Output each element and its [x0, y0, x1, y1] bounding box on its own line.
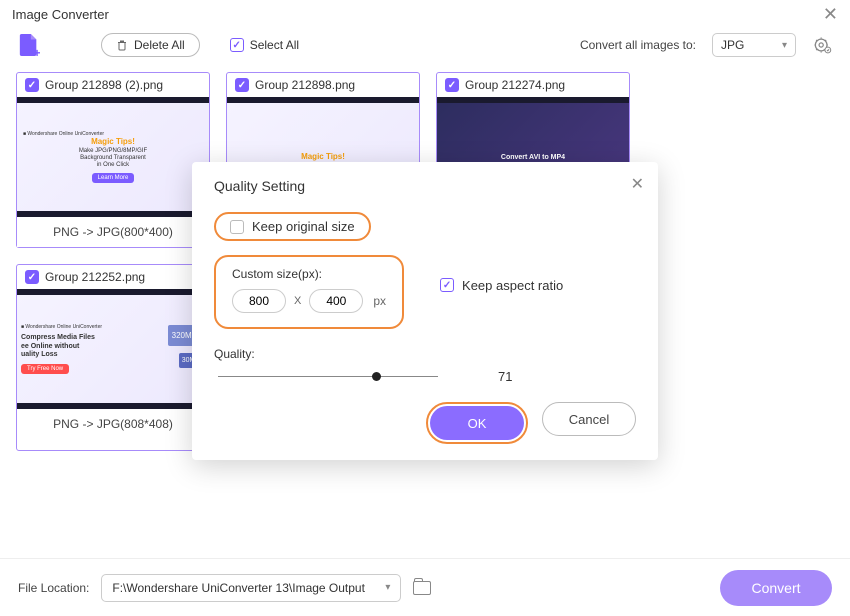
delete-all-label: Delete All: [134, 38, 185, 52]
keep-original-size-option[interactable]: Keep original size: [214, 212, 371, 241]
chevron-down-icon: ▾: [782, 40, 787, 51]
card-filename: Group 212252.png: [45, 270, 145, 284]
cancel-button[interactable]: Cancel: [542, 402, 636, 436]
dimension-separator: X: [294, 295, 301, 307]
quality-slider-row: 71: [214, 369, 636, 384]
delete-all-button[interactable]: Delete All: [101, 33, 200, 57]
quality-slider[interactable]: [218, 376, 438, 378]
select-all-checkbox[interactable]: Select All: [230, 38, 299, 52]
quality-value: 71: [498, 369, 512, 384]
card-thumbnail: ■ Wondershare Online UniConverter Compre…: [17, 289, 209, 409]
card-footer: PNG -> JPG(808*408): [17, 409, 209, 439]
height-input[interactable]: [309, 289, 363, 313]
titlebar: Image Converter ✕: [0, 0, 850, 28]
card-thumbnail: ■ Wondershare Online UniConverter Magic …: [17, 97, 209, 217]
convert-to-label: Convert all images to:: [580, 38, 696, 52]
checkbox-icon: [230, 38, 244, 52]
svg-text:+: +: [34, 46, 40, 58]
add-file-icon[interactable]: +: [18, 32, 40, 58]
select-all-label: Select All: [250, 38, 299, 52]
format-select[interactable]: JPG ▾: [712, 33, 796, 57]
card-filename: Group 212274.png: [465, 78, 565, 92]
modal-title: Quality Setting: [214, 178, 636, 194]
aspect-label: Keep aspect ratio: [462, 278, 563, 293]
file-location-label: File Location:: [18, 581, 89, 595]
slider-thumb[interactable]: [372, 372, 381, 381]
px-label: px: [373, 294, 386, 308]
keep-original-label: Keep original size: [252, 219, 355, 234]
ok-button[interactable]: OK: [430, 406, 524, 440]
card-header: Group 212898.png: [227, 73, 419, 97]
checkbox-icon: [230, 220, 244, 234]
card-header: Group 212274.png: [437, 73, 629, 97]
modal-close-icon[interactable]: ✕: [631, 174, 644, 194]
convert-button[interactable]: Convert: [720, 570, 832, 606]
footer: File Location: F:\Wondershare UniConvert…: [0, 558, 850, 616]
window-title: Image Converter: [12, 7, 109, 22]
trash-icon: [116, 39, 128, 51]
quality-label: Quality:: [214, 347, 636, 361]
custom-size-group: Custom size(px): X px: [214, 255, 404, 329]
card-header: Group 212252.png: [17, 265, 209, 289]
close-icon[interactable]: ✕: [823, 4, 838, 25]
open-folder-icon[interactable]: [413, 581, 431, 595]
card-footer: PNG -> JPG(800*400): [17, 217, 209, 247]
card-checkbox[interactable]: [235, 78, 249, 92]
card-checkbox[interactable]: [25, 270, 39, 284]
image-card[interactable]: Group 212252.png ■ Wondershare Online Un…: [16, 264, 210, 451]
custom-size-label: Custom size(px):: [232, 267, 386, 281]
settings-icon[interactable]: [812, 35, 832, 55]
image-card[interactable]: Group 212898 (2).png ■ Wondershare Onlin…: [16, 72, 210, 248]
toolbar: + Delete All Select All Convert all imag…: [0, 28, 850, 72]
quality-setting-modal: Quality Setting ✕ Keep original size Cus…: [192, 162, 658, 460]
keep-aspect-ratio-checkbox[interactable]: Keep aspect ratio: [440, 278, 563, 293]
card-header: Group 212898 (2).png: [17, 73, 209, 97]
format-value: JPG: [721, 38, 744, 52]
file-location-path: F:\Wondershare UniConverter 13\Image Out…: [112, 581, 365, 595]
ok-button-highlight: OK: [426, 402, 528, 444]
chevron-down-icon: ▾: [385, 582, 390, 593]
modal-buttons: OK Cancel: [426, 402, 636, 444]
width-input[interactable]: [232, 289, 286, 313]
checkbox-icon: [440, 278, 454, 292]
card-filename: Group 212898.png: [255, 78, 355, 92]
file-location-select[interactable]: F:\Wondershare UniConverter 13\Image Out…: [101, 574, 401, 602]
card-checkbox[interactable]: [445, 78, 459, 92]
card-filename: Group 212898 (2).png: [45, 78, 163, 92]
card-checkbox[interactable]: [25, 78, 39, 92]
